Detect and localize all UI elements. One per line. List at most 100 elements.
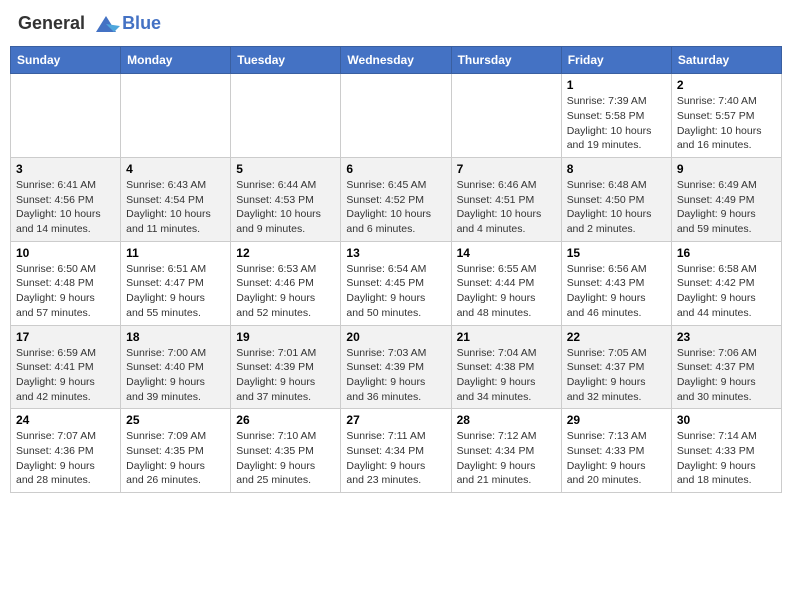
day-number: 9 [677, 162, 776, 176]
day-info: Sunrise: 7:14 AMSunset: 4:33 PMDaylight:… [677, 429, 776, 488]
calendar-cell: 21 Sunrise: 7:04 AMSunset: 4:38 PMDayligh… [451, 325, 561, 409]
day-info: Sunrise: 6:50 AMSunset: 4:48 PMDaylight:… [16, 262, 115, 321]
logo-icon [92, 14, 120, 34]
calendar-cell: 16 Sunrise: 6:58 AMSunset: 4:42 PMDayligh… [671, 241, 781, 325]
day-number: 8 [567, 162, 666, 176]
day-info: Sunrise: 6:46 AMSunset: 4:51 PMDaylight:… [457, 178, 556, 237]
day-info: Sunrise: 7:05 AMSunset: 4:37 PMDaylight:… [567, 346, 666, 405]
calendar-cell: 6Sunrise: 6:45 AMSunset: 4:52 PMDaylight… [341, 158, 451, 242]
calendar-cell: 22 Sunrise: 7:05 AMSunset: 4:37 PMDayligh… [561, 325, 671, 409]
calendar-week-4: 17 Sunrise: 6:59 AMSunset: 4:41 PMDayligh… [11, 325, 782, 409]
col-header-thursday: Thursday [451, 47, 561, 74]
calendar-cell [341, 74, 451, 158]
day-info: Sunrise: 7:01 AMSunset: 4:39 PMDaylight:… [236, 346, 335, 405]
calendar-cell: 12 Sunrise: 6:53 AMSunset: 4:46 PMDayligh… [231, 241, 341, 325]
calendar-cell: 29 Sunrise: 7:13 AMSunset: 4:33 PMDayligh… [561, 409, 671, 493]
day-info: Sunrise: 7:39 AMSunset: 5:58 PMDaylight:… [567, 94, 666, 153]
col-header-tuesday: Tuesday [231, 47, 341, 74]
day-info: Sunrise: 7:11 AMSunset: 4:34 PMDaylight:… [346, 429, 445, 488]
day-number: 1 [567, 78, 666, 92]
day-info: Sunrise: 7:06 AMSunset: 4:37 PMDaylight:… [677, 346, 776, 405]
day-number: 10 [16, 246, 115, 260]
day-number: 14 [457, 246, 556, 260]
day-info: Sunrise: 7:04 AMSunset: 4:38 PMDaylight:… [457, 346, 556, 405]
day-info: Sunrise: 6:55 AMSunset: 4:44 PMDaylight:… [457, 262, 556, 321]
day-number: 27 [346, 413, 445, 427]
day-info: Sunrise: 6:54 AMSunset: 4:45 PMDaylight:… [346, 262, 445, 321]
day-number: 17 [16, 330, 115, 344]
day-info: Sunrise: 7:12 AMSunset: 4:34 PMDaylight:… [457, 429, 556, 488]
calendar-cell: 26Sunrise: 7:10 AMSunset: 4:35 PMDayligh… [231, 409, 341, 493]
calendar-cell: 1 Sunrise: 7:39 AMSunset: 5:58 PMDaylight… [561, 74, 671, 158]
logo-blue: Blue [122, 13, 161, 33]
calendar-cell: 11 Sunrise: 6:51 AMSunset: 4:47 PMDayligh… [121, 241, 231, 325]
day-number: 3 [16, 162, 115, 176]
day-number: 2 [677, 78, 776, 92]
day-number: 16 [677, 246, 776, 260]
day-info: Sunrise: 6:44 AMSunset: 4:53 PMDaylight:… [236, 178, 335, 237]
calendar-cell: 8Sunrise: 6:48 AMSunset: 4:50 PMDaylight… [561, 158, 671, 242]
day-info: Sunrise: 7:40 AMSunset: 5:57 PMDaylight:… [677, 94, 776, 153]
day-info: Sunrise: 6:53 AMSunset: 4:46 PMDaylight:… [236, 262, 335, 321]
day-info: Sunrise: 6:43 AMSunset: 4:54 PMDaylight:… [126, 178, 225, 237]
calendar-cell: 25 Sunrise: 7:09 AMSunset: 4:35 PMDayligh… [121, 409, 231, 493]
col-header-wednesday: Wednesday [341, 47, 451, 74]
day-info: Sunrise: 7:00 AMSunset: 4:40 PMDaylight:… [126, 346, 225, 405]
col-header-sunday: Sunday [11, 47, 121, 74]
day-number: 18 [126, 330, 225, 344]
calendar-week-5: 24Sunrise: 7:07 AMSunset: 4:36 PMDayligh… [11, 409, 782, 493]
day-number: 20 [346, 330, 445, 344]
calendar-cell: 20 Sunrise: 7:03 AMSunset: 4:39 PMDayligh… [341, 325, 451, 409]
col-header-saturday: Saturday [671, 47, 781, 74]
calendar-table: SundayMondayTuesdayWednesdayThursdayFrid… [10, 46, 782, 493]
calendar-cell: 28 Sunrise: 7:12 AMSunset: 4:34 PMDayligh… [451, 409, 561, 493]
day-info: Sunrise: 6:59 AMSunset: 4:41 PMDaylight:… [16, 346, 115, 405]
calendar-cell: 30 Sunrise: 7:14 AMSunset: 4:33 PMDayligh… [671, 409, 781, 493]
calendar-cell [11, 74, 121, 158]
calendar-header-row: SundayMondayTuesdayWednesdayThursdayFrid… [11, 47, 782, 74]
calendar-cell: 15Sunrise: 6:56 AMSunset: 4:43 PMDayligh… [561, 241, 671, 325]
calendar-cell: 19 Sunrise: 7:01 AMSunset: 4:39 PMDayligh… [231, 325, 341, 409]
day-number: 12 [236, 246, 335, 260]
calendar-cell: 4Sunrise: 6:43 AMSunset: 4:54 PMDaylight… [121, 158, 231, 242]
day-number: 11 [126, 246, 225, 260]
day-info: Sunrise: 7:09 AMSunset: 4:35 PMDaylight:… [126, 429, 225, 488]
day-info: Sunrise: 7:13 AMSunset: 4:33 PMDaylight:… [567, 429, 666, 488]
day-number: 30 [677, 413, 776, 427]
calendar-cell: 7 Sunrise: 6:46 AMSunset: 4:51 PMDaylight… [451, 158, 561, 242]
day-number: 29 [567, 413, 666, 427]
day-info: Sunrise: 6:51 AMSunset: 4:47 PMDaylight:… [126, 262, 225, 321]
logo: General Blue [18, 14, 161, 34]
calendar-cell: 17 Sunrise: 6:59 AMSunset: 4:41 PMDayligh… [11, 325, 121, 409]
logo-general: General [18, 13, 85, 33]
col-header-monday: Monday [121, 47, 231, 74]
day-number: 22 [567, 330, 666, 344]
day-info: Sunrise: 6:45 AMSunset: 4:52 PMDaylight:… [346, 178, 445, 237]
day-number: 5 [236, 162, 335, 176]
calendar-cell: 10 Sunrise: 6:50 AMSunset: 4:48 PMDayligh… [11, 241, 121, 325]
day-info: Sunrise: 6:49 AMSunset: 4:49 PMDaylight:… [677, 178, 776, 237]
day-number: 24 [16, 413, 115, 427]
day-number: 25 [126, 413, 225, 427]
day-info: Sunrise: 7:10 AMSunset: 4:35 PMDaylight:… [236, 429, 335, 488]
calendar-cell: 2 Sunrise: 7:40 AMSunset: 5:57 PMDaylight… [671, 74, 781, 158]
calendar-week-3: 10 Sunrise: 6:50 AMSunset: 4:48 PMDayligh… [11, 241, 782, 325]
day-number: 28 [457, 413, 556, 427]
col-header-friday: Friday [561, 47, 671, 74]
calendar-cell: 14 Sunrise: 6:55 AMSunset: 4:44 PMDayligh… [451, 241, 561, 325]
day-number: 13 [346, 246, 445, 260]
day-info: Sunrise: 6:41 AMSunset: 4:56 PMDaylight:… [16, 178, 115, 237]
page-header: General Blue [10, 10, 782, 38]
day-number: 21 [457, 330, 556, 344]
calendar-cell [121, 74, 231, 158]
calendar-cell: 5 Sunrise: 6:44 AMSunset: 4:53 PMDaylight… [231, 158, 341, 242]
calendar-cell: 13 Sunrise: 6:54 AMSunset: 4:45 PMDayligh… [341, 241, 451, 325]
calendar-cell: 27 Sunrise: 7:11 AMSunset: 4:34 PMDayligh… [341, 409, 451, 493]
day-info: Sunrise: 7:03 AMSunset: 4:39 PMDaylight:… [346, 346, 445, 405]
day-number: 7 [457, 162, 556, 176]
day-number: 15 [567, 246, 666, 260]
calendar-cell: 24Sunrise: 7:07 AMSunset: 4:36 PMDayligh… [11, 409, 121, 493]
day-number: 19 [236, 330, 335, 344]
day-info: Sunrise: 6:58 AMSunset: 4:42 PMDaylight:… [677, 262, 776, 321]
day-number: 23 [677, 330, 776, 344]
